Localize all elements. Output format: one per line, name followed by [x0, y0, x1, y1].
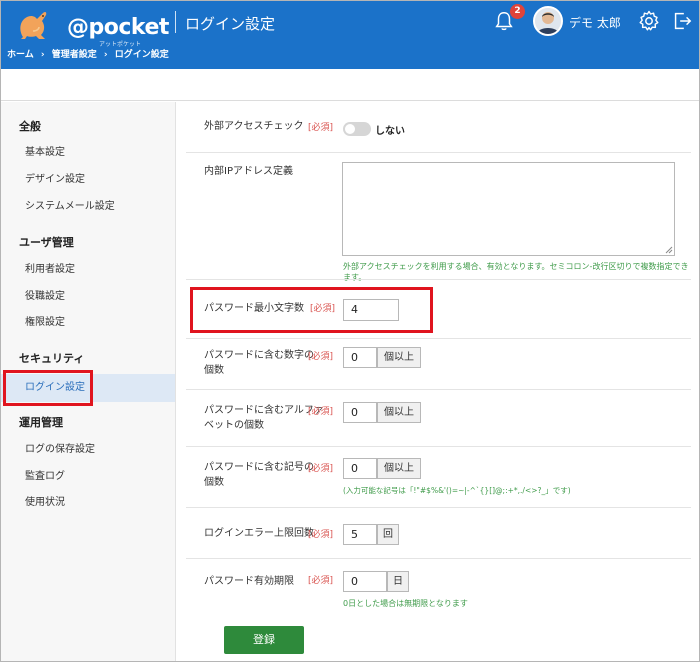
sidebar-item-label: 基本設定 [25, 147, 65, 158]
kangaroo-logo-icon [20, 11, 47, 39]
breadcrumb-home[interactable]: ホーム [7, 50, 34, 60]
pw-symbols-label-line2: 個数 [204, 477, 224, 488]
pw-alpha-unit: 個以上 [377, 402, 421, 423]
sidebar-item-user-settings[interactable]: 利用者設定 [1, 259, 175, 281]
page-title: ログイン設定 [185, 15, 276, 33]
submit-button[interactable]: 登録 [224, 626, 304, 654]
sidebar-item-label: 利用者設定 [25, 264, 75, 275]
pw-expiry-label: パスワード有効期限 [204, 576, 294, 587]
required-badge: [必須] [308, 530, 334, 540]
pw-digits-label-line1: パスワードに含む数字の [204, 350, 314, 361]
pw-digits-input[interactable]: 0 [343, 347, 377, 368]
toolbar-band [1, 69, 699, 101]
user-photo-icon [535, 8, 561, 34]
sidebar-section-security: セキュリティ [19, 352, 85, 365]
internal-ip-textarea[interactable] [342, 162, 675, 256]
pw-symbols-unit: 個以上 [377, 458, 421, 479]
sidebar-item-label: 使用状況 [25, 497, 65, 508]
pw-alpha-label-line1: パスワードに含むアルファ [204, 405, 324, 416]
pw-digits-unit: 個以上 [377, 347, 421, 368]
highlight-box-form [190, 287, 433, 333]
sidebar-item-label: デザイン設定 [25, 174, 85, 185]
required-badge: [必須] [308, 123, 334, 133]
external-access-label: 外部アクセスチェック [204, 121, 304, 132]
sidebar-item-label: 監査ログ [25, 471, 65, 482]
sidebar-item-permission-settings[interactable]: 権限設定 [1, 312, 175, 334]
sidebar-item-basic-settings[interactable]: 基本設定 [1, 142, 175, 164]
external-access-toggle[interactable] [343, 122, 371, 136]
row-divider [186, 446, 691, 447]
pw-symbols-input[interactable]: 0 [343, 458, 377, 479]
login-error-limit-input[interactable]: 5 [343, 524, 377, 545]
breadcrumb-current: ログイン設定 [114, 50, 169, 60]
login-error-limit-unit: 回 [377, 524, 399, 545]
row-divider [186, 152, 691, 153]
pw-digits-label: パスワードに含む数字の 個数 [204, 348, 314, 378]
sidebar-item-label: システムメール設定 [25, 201, 115, 212]
sidebar-item-role-settings[interactable]: 役職設定 [1, 286, 175, 308]
pw-symbols-label-line1: パスワードに含む記号の [204, 462, 314, 473]
sidebar-item-label: 役職設定 [25, 291, 65, 302]
required-badge: [必須] [308, 352, 334, 362]
pw-alpha-label-line2: ベットの個数 [204, 420, 264, 431]
sidebar: 全般 基本設定 デザイン設定 システムメール設定 ユーザ管理 利用者設定 役職設… [1, 102, 176, 661]
internal-ip-label: 内部IPアドレス定義 [204, 166, 293, 177]
app-logo[interactable]: @pocket アットポケット [9, 7, 169, 48]
pw-alpha-label: パスワードに含むアルファ ベットの個数 [204, 403, 324, 433]
row-divider [186, 279, 691, 280]
gear-icon[interactable] [637, 9, 661, 33]
settings-form: 外部アクセスチェック [必須] しない 内部IPアドレス定義 外部アクセスチェッ… [186, 102, 691, 661]
app-window: @pocket アットポケット ログイン設定 2 デモ 太郎 ホーム › 管理者… [0, 0, 700, 662]
required-badge: [必須] [308, 576, 334, 586]
highlight-box-sidebar [3, 370, 93, 406]
logout-icon[interactable] [671, 9, 693, 33]
pw-expiry-input[interactable]: 0 [343, 571, 387, 592]
pw-symbols-hint: (入力可能な記号は「!"#$%&'()=~|-^`{}[]@;:+*,./<>?… [343, 486, 571, 495]
resize-handle-icon[interactable] [665, 246, 673, 254]
login-error-limit-label: ログインエラー上限回数 [204, 528, 314, 539]
row-divider [186, 507, 691, 508]
external-access-toggle-label: しない [375, 126, 405, 137]
sidebar-item-design-settings[interactable]: デザイン設定 [1, 169, 175, 191]
required-badge: [必須] [308, 464, 334, 474]
required-badge: [必須] [308, 407, 334, 417]
app-header: @pocket アットポケット ログイン設定 2 デモ 太郎 ホーム › 管理者… [1, 1, 699, 69]
row-divider [186, 558, 691, 559]
sidebar-item-system-mail-settings[interactable]: システムメール設定 [1, 196, 175, 218]
row-divider [186, 338, 691, 339]
pw-expiry-hint: 0日とした場合は無期限となります [343, 599, 468, 608]
breadcrumb-separator: › [103, 50, 108, 60]
sidebar-section-general: 全般 [19, 120, 41, 133]
avatar[interactable] [533, 6, 563, 36]
sidebar-item-log-retention[interactable]: ログの保存設定 [1, 439, 175, 461]
notification-badge: 2 [510, 4, 525, 19]
sidebar-item-label: ログの保存設定 [25, 444, 95, 455]
header-divider [175, 11, 176, 33]
breadcrumb-admin-settings[interactable]: 管理者設定 [52, 50, 97, 60]
breadcrumb-separator: › [40, 50, 45, 60]
user-name[interactable]: デモ 太郎 [569, 14, 621, 31]
sidebar-item-usage-status[interactable]: 使用状況 [1, 492, 175, 514]
sidebar-section-operations: 運用管理 [19, 416, 63, 429]
sidebar-item-audit-log[interactable]: 監査ログ [1, 466, 175, 488]
breadcrumb: ホーム › 管理者設定 › ログイン設定 [7, 47, 173, 60]
pw-expiry-unit: 日 [387, 571, 409, 592]
sidebar-item-label: 権限設定 [25, 317, 65, 328]
pw-alpha-input[interactable]: 0 [343, 402, 377, 423]
sidebar-section-user-management: ユーザ管理 [19, 236, 74, 249]
pw-digits-label-line2: 個数 [204, 365, 224, 376]
pw-symbols-label: パスワードに含む記号の 個数 [204, 460, 314, 490]
logo-text: @pocket [67, 15, 169, 40]
row-divider [186, 389, 691, 390]
